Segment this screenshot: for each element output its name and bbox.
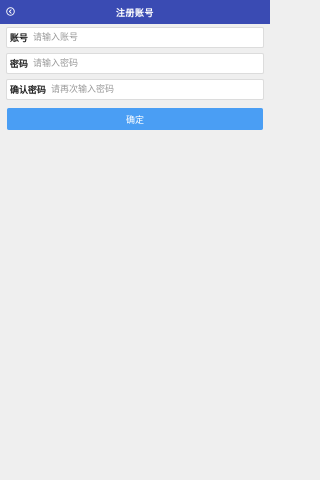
account-input[interactable]	[33, 28, 263, 47]
confirm-password-label: 确认密码	[10, 86, 47, 96]
password-label: 密码	[10, 60, 29, 70]
confirm-password-input[interactable]	[51, 80, 263, 99]
confirm-password-row: 确认密码	[6, 79, 264, 100]
account-label: 账号	[10, 34, 29, 44]
back-circle-icon	[6, 7, 15, 16]
register-screen: 注册账号 账号 密码 确认密码 确定	[0, 0, 270, 480]
top-navbar: 注册账号	[0, 0, 270, 24]
back-button[interactable]	[4, 5, 17, 18]
password-input[interactable]	[33, 54, 263, 73]
register-form: 账号 密码 确认密码	[6, 27, 264, 105]
password-row: 密码	[6, 53, 264, 74]
confirm-button[interactable]: 确定	[7, 108, 263, 130]
page-title: 注册账号	[115, 8, 154, 19]
account-row: 账号	[6, 27, 264, 48]
